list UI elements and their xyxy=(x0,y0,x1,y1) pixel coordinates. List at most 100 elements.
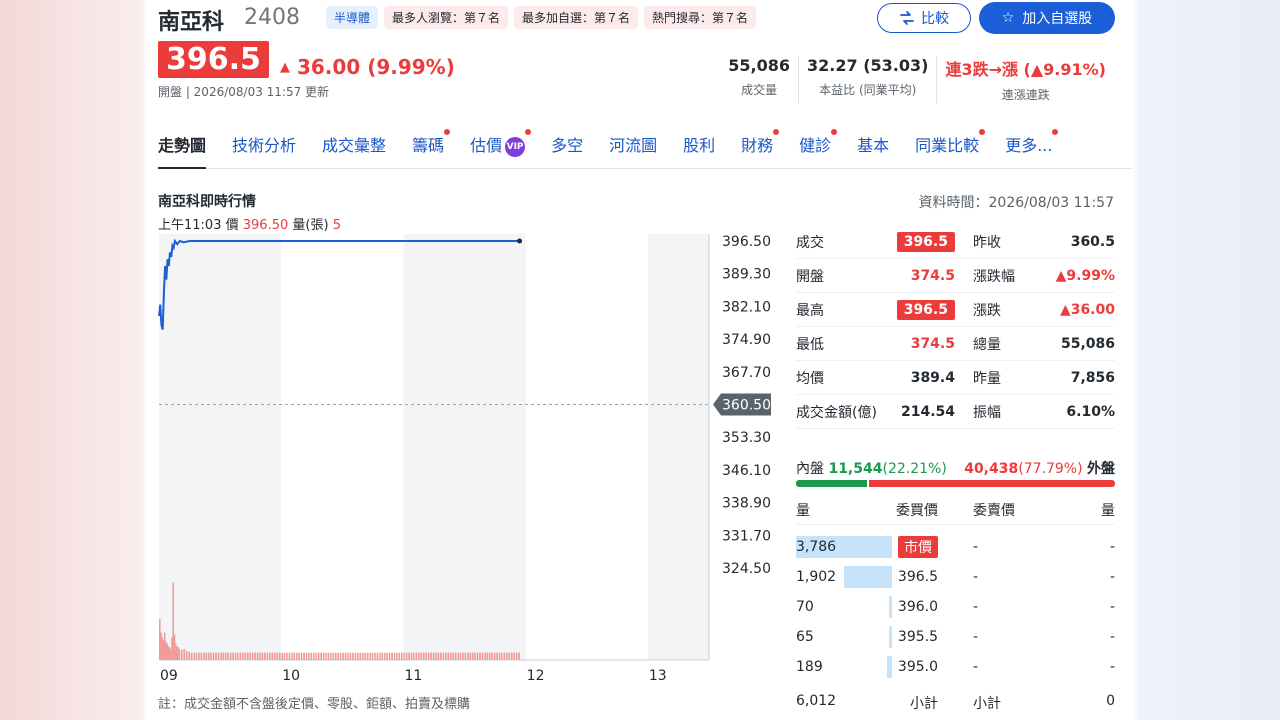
orderbook-total: 6,012 小計 小計 0 xyxy=(796,693,1115,713)
volume-bar xyxy=(200,652,203,660)
volume-bar xyxy=(513,652,516,660)
volume-bar xyxy=(198,652,200,660)
tab-bar: 走勢圖 技術分析 成交彙整 籌碼 估價 VIP 多空 河流圖 股利 財務 健診 基本 同業比較 更多... xyxy=(158,129,1132,169)
volume-bar xyxy=(237,652,239,660)
market-status: 開盤 | 2026/08/03 11:57 更新 xyxy=(158,85,330,99)
volume-bar xyxy=(283,652,286,660)
volume-bar xyxy=(364,652,366,660)
volume-bar xyxy=(486,652,489,660)
volume-bar xyxy=(467,652,469,660)
y-tick-label: 382.10 xyxy=(722,299,771,315)
quote-value: 374.5 xyxy=(910,267,955,284)
stock-name: 南亞科 xyxy=(158,10,225,35)
tab-1[interactable]: 技術分析 xyxy=(232,132,296,169)
volume-bar xyxy=(445,652,447,660)
volume-bar xyxy=(227,652,230,660)
rank-badge-views[interactable]: 最多人瀏覽：第７名 xyxy=(384,6,509,29)
quote-label: 漲跌幅 xyxy=(973,268,1015,285)
compare-button[interactable]: 比較 xyxy=(877,3,971,33)
intraday-chart[interactable]: 396.50 389.30 382.10 374.90 367.70 360.50 353.… xyxy=(148,226,778,688)
volume-bar xyxy=(222,652,225,660)
volume-bar xyxy=(271,652,274,660)
tab-10[interactable]: 基本 xyxy=(857,132,889,169)
out-label: 外盤 xyxy=(1087,461,1115,477)
rank-badge-watch[interactable]: 最多加自選：第７名 xyxy=(514,6,639,29)
industry-badge[interactable]: 半導體 xyxy=(326,6,379,29)
x-tick-label: 10 xyxy=(282,668,300,684)
buy-price: 396.5 xyxy=(897,569,938,585)
tab-9[interactable]: 健診 xyxy=(799,129,838,169)
quote-label: 成交金額(億) xyxy=(796,404,877,421)
volume-bar xyxy=(291,652,293,660)
tab-7[interactable]: 股利 xyxy=(683,132,715,169)
volume-bar xyxy=(193,652,195,660)
volume-bar xyxy=(185,650,188,660)
volume-bar xyxy=(493,652,496,660)
total-label: 小計 xyxy=(973,696,1001,712)
volume-bar xyxy=(371,652,374,660)
notification-dot-icon xyxy=(831,129,838,135)
kpi-value: 55,086 xyxy=(728,56,791,75)
buy-side: 70 396.0 xyxy=(796,596,938,618)
quote-cell: 最低 374.5 xyxy=(796,334,955,354)
volume-bar xyxy=(178,649,181,660)
quote-value: ▲36.00 xyxy=(1059,301,1115,318)
y-tick-label: 338.90 xyxy=(722,496,771,512)
volume-bar xyxy=(423,652,425,660)
inout-summary: 內盤 11,544(22.21%) 40,438(77.79%) 外盤 xyxy=(796,458,1115,478)
hour-band xyxy=(403,234,526,660)
volume-bar xyxy=(276,652,278,660)
tab-2[interactable]: 成交彙整 xyxy=(322,132,386,169)
volume-bar xyxy=(308,652,310,660)
volume-bar xyxy=(479,652,481,660)
quote-cell: 漲跌幅 ▲9.99% xyxy=(973,266,1115,286)
kpi-label: 成交量 xyxy=(741,83,778,97)
volume-bar xyxy=(229,652,232,660)
tab-12[interactable]: 更多... xyxy=(1005,129,1059,169)
price-change: ▲ 36.00 (9.99%) xyxy=(280,55,455,79)
add-watchlist-button[interactable]: ☆ 加入自選股 xyxy=(979,2,1115,34)
volume-bar xyxy=(220,652,222,660)
kpi-group: 55,086 成交量 32.27 (53.03) 本益比 (同業平均) 連3跌→… xyxy=(720,56,1114,103)
tab-0[interactable]: 走勢圖 xyxy=(158,132,207,169)
y-tick-label: 324.50 xyxy=(722,561,771,577)
kpi-volume: 55,086 成交量 xyxy=(720,56,798,103)
volume-bar xyxy=(366,652,369,660)
data-time: 資料時間：2026/08/03 11:57 xyxy=(918,195,1115,211)
volume-bar xyxy=(207,652,210,660)
total-buy: 6,012 xyxy=(796,693,837,709)
notification-dot-icon xyxy=(979,129,986,135)
volume-bar xyxy=(476,652,479,660)
x-tick-label: 11 xyxy=(404,668,422,684)
sell-side: -- xyxy=(973,539,1115,555)
quote-value: 7,856 xyxy=(1070,369,1115,386)
tab-11[interactable]: 同業比較 xyxy=(915,129,986,169)
quote-cell: 昨量 7,856 xyxy=(973,368,1115,388)
y-tick-label: 353.30 xyxy=(722,430,771,446)
quote-label: 均價 xyxy=(796,370,824,387)
tab-3[interactable]: 籌碼 xyxy=(412,129,451,169)
current-price: 396.5 xyxy=(158,41,269,78)
volume-bar xyxy=(435,652,437,660)
tab-6[interactable]: 河流圖 xyxy=(609,132,657,169)
quote-row: 均價 389.4 昨量 7,856 xyxy=(796,361,1115,395)
notification-dot-icon xyxy=(525,129,532,135)
in-pct: (22.21%) xyxy=(882,461,947,477)
buy-volume: 1,902 xyxy=(796,569,837,585)
volume-bar xyxy=(457,652,459,660)
volume-bar xyxy=(330,652,332,660)
orderbook: 3,786 市價 - -1,902 396.5- -70 396.0- -65 395.5- -1… xyxy=(796,532,1115,682)
volume-bar xyxy=(313,652,315,660)
volume-bar xyxy=(464,652,467,660)
tab-5[interactable]: 多空 xyxy=(551,132,583,169)
volume-bar xyxy=(254,652,256,660)
volume-bar xyxy=(335,652,337,660)
volume-bar xyxy=(498,652,501,660)
buy-volume: 189 xyxy=(796,659,823,675)
volume-bar xyxy=(418,652,420,660)
tab-8[interactable]: 財務 xyxy=(741,129,780,169)
rank-badge-search[interactable]: 熱門搜尋：第７名 xyxy=(644,6,757,29)
tab-4[interactable]: 估價 VIP xyxy=(470,129,532,169)
buy-volume: 3,786 xyxy=(796,539,837,555)
quote-row: 最低 374.5 總量 55,086 xyxy=(796,327,1115,361)
